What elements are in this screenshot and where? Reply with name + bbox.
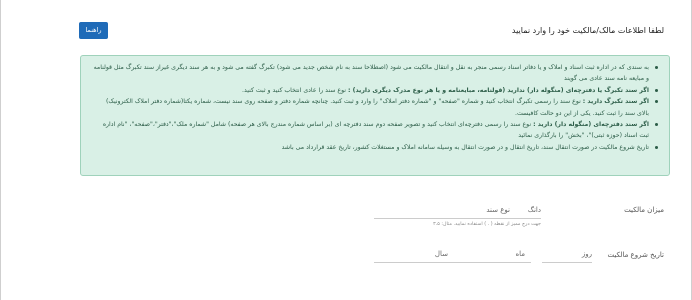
page-title: لطفا اطلاعات مالک/مالکیت خود را وارد نما… bbox=[511, 25, 664, 35]
dang-suffix: دانگ bbox=[527, 206, 541, 214]
guide-button[interactable]: راهنما bbox=[79, 21, 108, 39]
doc-type-select[interactable]: نوع سند bbox=[374, 203, 514, 219]
info-alert: به سندی که در اداره ثبت اسناد و املاک و … bbox=[80, 55, 670, 176]
month-placeholder: ماه bbox=[515, 250, 525, 258]
day-input[interactable]: روز bbox=[542, 247, 592, 263]
day-placeholder: روز bbox=[581, 250, 592, 258]
doc-type-placeholder: نوع سند bbox=[486, 206, 510, 214]
info-item-1: به سندی که در اداره ثبت اسناد و املاک و … bbox=[93, 62, 659, 85]
decimal-hint: جهت درج ممیز از نقطه ( . ) استفاده نمایی… bbox=[433, 222, 541, 227]
page-header: لطفا اطلاعات مالک/مالکیت خود را وارد نما… bbox=[79, 20, 664, 40]
page-frame: لطفا اطلاعات مالک/مالکیت خود را وارد نما… bbox=[0, 0, 692, 300]
info-item-2: اگر سند تکبرگ یا دفترچه‌ای (منگوله دار) … bbox=[93, 85, 659, 96]
ownership-amount-label: میزان مالکیت bbox=[624, 206, 664, 214]
start-date-label: تاریخ شروع مالکیت bbox=[607, 251, 664, 259]
info-item-3: اگر سند تکبرگ دارید : نوع سند را رسمی تک… bbox=[93, 96, 659, 119]
info-item-4: اگر سند دفترچه‌ای (منگوله دار) دارید : ن… bbox=[93, 119, 659, 142]
year-placeholder: سال bbox=[434, 250, 448, 258]
year-input[interactable]: سال bbox=[374, 247, 454, 263]
month-input[interactable]: ماه bbox=[446, 247, 531, 263]
info-item-5: تاریخ شروع مالکیت در صورت انتقال سند، تا… bbox=[93, 142, 659, 153]
